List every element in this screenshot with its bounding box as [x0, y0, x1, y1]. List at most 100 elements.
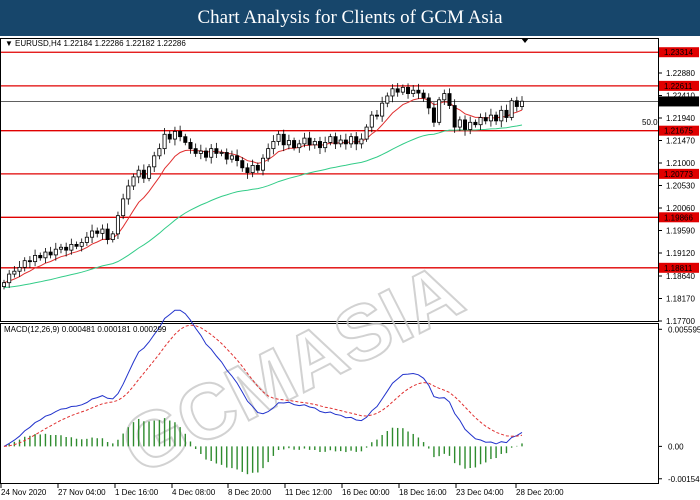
bull-candle	[364, 126, 369, 140]
bear-candle	[426, 97, 431, 109]
y-tick-label: 1.19590	[666, 227, 695, 236]
bull-candle	[266, 148, 271, 159]
bull-candle	[385, 95, 390, 104]
bear-candle	[447, 93, 452, 106]
bull-candle	[312, 141, 317, 146]
bull-candle	[509, 100, 514, 118]
level-label: 1.22611	[664, 82, 693, 91]
level-label: 1.23314	[664, 48, 693, 57]
bear-candle	[483, 117, 488, 122]
bear-candle	[406, 86, 411, 94]
chart-banner: Chart Analysis for Clients of GCM Asia	[0, 0, 700, 36]
bear-candle	[281, 133, 286, 146]
bear-candle	[235, 155, 240, 162]
bear-candle	[255, 164, 260, 171]
bear-candle	[395, 88, 400, 93]
bull-candle	[53, 248, 58, 256]
bull-candle	[58, 246, 63, 250]
bull-candle	[147, 166, 152, 179]
bull-candle	[229, 155, 234, 160]
x-tick-label: 28 Dec 20:00	[516, 488, 564, 497]
bull-candle	[136, 169, 141, 178]
y-tick-label: 1.22880	[666, 69, 695, 78]
bull-candle	[380, 102, 385, 117]
bear-candle	[473, 121, 478, 126]
bear-candle	[178, 131, 183, 138]
bear-candle	[333, 136, 338, 145]
price-chart[interactable]: GCMASIA 1.233141.226111.216751.207731.19…	[0, 36, 700, 500]
bull-candle	[79, 242, 84, 247]
bear-candle	[204, 150, 209, 158]
y-tick-label: 1.19120	[666, 249, 695, 258]
bull-candle	[369, 114, 374, 128]
y-tick-label: 1.21000	[666, 159, 695, 168]
bull-candle	[22, 260, 27, 268]
bear-candle	[431, 107, 436, 123]
y-tick-label: 1.18640	[666, 272, 695, 281]
bull-candle	[115, 215, 120, 235]
price-axis: 1.22880 1.22410 1.21940 1.21470 1.21000 1.205…	[658, 69, 695, 326]
bear-candle	[74, 243, 79, 247]
bull-candle	[359, 138, 364, 145]
bear-candle	[514, 100, 519, 107]
bull-candle	[328, 136, 333, 143]
bear-candle	[292, 140, 297, 149]
symbol-icon: ▼	[5, 39, 13, 48]
bull-candle	[390, 88, 395, 97]
main-panel-frame	[0, 38, 659, 322]
bull-candle	[157, 148, 162, 157]
bear-candle	[48, 251, 53, 256]
bear-candle	[193, 148, 198, 154]
bull-candle	[33, 255, 38, 263]
bull-candle	[43, 251, 48, 259]
x-tick-label: 24 Nov 2020	[1, 488, 47, 497]
bull-candle	[286, 140, 291, 146]
bear-candle	[494, 114, 499, 122]
bull-candle	[488, 114, 493, 122]
bull-candle	[131, 176, 136, 187]
bull-candle	[457, 119, 462, 128]
x-tick-label: 16 Dec 00:00	[342, 488, 390, 497]
bear-candle	[343, 139, 348, 145]
bull-candle	[7, 273, 12, 284]
bull-candle	[90, 230, 95, 238]
x-tick-label: 1 Dec 16:00	[115, 488, 159, 497]
bull-candle	[152, 155, 157, 168]
bull-candle	[172, 131, 177, 140]
macd-y-tick-label: 0.005595	[668, 325, 700, 334]
bull-candle	[323, 142, 328, 149]
bull-candle	[437, 99, 442, 123]
bear-candle	[463, 119, 468, 130]
bear-candle	[307, 137, 312, 146]
bull-candle	[276, 133, 281, 142]
x-tick-label: 4 Dec 08:00	[172, 488, 216, 497]
x-tick-label: 23 Dec 04:00	[456, 488, 504, 497]
bull-candle	[338, 139, 343, 145]
bull-candle	[209, 148, 214, 158]
bear-candle	[95, 230, 100, 234]
level-label: 1.20773	[664, 170, 693, 179]
bull-candle	[442, 93, 447, 101]
bull-candle	[219, 152, 224, 154]
x-tick-label: 18 Dec 16:00	[399, 488, 447, 497]
y-tick-label: 1.18170	[666, 294, 695, 303]
bull-candle	[271, 141, 276, 150]
bull-candle	[400, 86, 405, 93]
bear-candle	[105, 228, 110, 241]
bull-candle	[250, 164, 255, 173]
time-axis: 24 Nov 2020 27 Nov 04:00 1 Dec 16:00 4 Dec …	[0, 484, 564, 497]
level-label: 1.21675	[664, 127, 693, 136]
bull-candle	[260, 157, 265, 171]
y-tick-label: 1.20530	[666, 182, 695, 191]
macd-y-tick-label: 0.00	[668, 442, 684, 451]
bear-candle	[141, 169, 146, 179]
bear-candle	[188, 142, 193, 150]
bull-candle	[411, 89, 416, 94]
bear-candle	[38, 255, 43, 259]
macd-y-tick-label: -0.001548	[668, 475, 700, 484]
bear-candle	[245, 167, 250, 173]
bull-candle	[198, 150, 203, 154]
bear-candle	[421, 92, 426, 99]
bull-candle	[17, 266, 22, 272]
bull-candle	[499, 109, 504, 122]
